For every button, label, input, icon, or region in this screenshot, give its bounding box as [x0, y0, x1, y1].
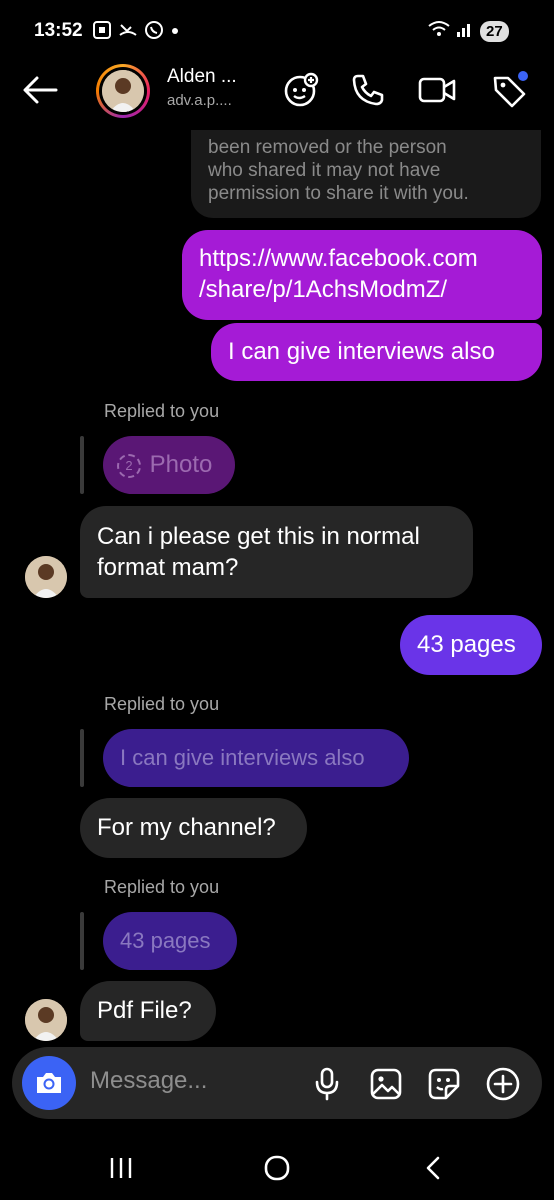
reply-bar — [80, 436, 84, 494]
status-time: 13:52 — [34, 20, 83, 41]
battery-icon: 27 — [480, 21, 509, 42]
link-line: /share/p/1AchsModmZ/ — [199, 276, 448, 303]
back-button[interactable] — [413, 1148, 453, 1188]
sender-avatar[interactable] — [25, 999, 67, 1041]
replied-label: Replied to you — [104, 694, 220, 714]
message-line: permission to share it with you. — [208, 183, 469, 204]
photo-count-icon: 2 — [117, 453, 141, 478]
plus-icon[interactable] — [483, 1064, 523, 1104]
camera-icon — [37, 1073, 61, 1093]
back-arrow-icon[interactable] — [20, 70, 60, 110]
tag-icon[interactable] — [490, 70, 530, 110]
message-line: been removed or the person — [208, 137, 447, 158]
whatsapp-icon — [144, 20, 164, 40]
screenshot-icon — [92, 20, 112, 40]
sent-link-message[interactable]: https://www.facebook.com /share/p/1AchsM… — [182, 230, 542, 320]
wifi-icon — [428, 20, 450, 43]
replied-label: Replied to you — [104, 877, 220, 897]
message-line: who shared it may not have — [208, 160, 441, 181]
message-line: format mam? — [97, 554, 239, 581]
video-call-icon[interactable] — [417, 70, 457, 110]
message-text: I can give interviews also — [228, 338, 495, 365]
message-text: For my channel? — [97, 814, 276, 841]
status-notification-icons — [92, 20, 164, 40]
message-text: Pdf File? — [97, 997, 192, 1024]
unavailable-content-message: been removed or the person who shared it… — [191, 130, 541, 218]
signal-icon — [456, 20, 474, 43]
quoted-text: Photo — [149, 451, 213, 478]
quoted-text: 43 pages — [120, 928, 211, 953]
contact-name[interactable]: Alden ... — [167, 66, 237, 88]
notification-dot — [172, 28, 178, 34]
home-button[interactable] — [257, 1148, 297, 1188]
status-system-icons: 27 — [428, 20, 509, 43]
sender-avatar[interactable] — [25, 556, 67, 598]
missed-call-icon — [118, 20, 138, 40]
message-text: 43 pages — [417, 631, 516, 658]
sent-message[interactable]: I can give interviews also — [211, 323, 542, 381]
recent-apps-button[interactable] — [101, 1148, 141, 1188]
add-effect-icon[interactable] — [281, 70, 321, 110]
gallery-icon[interactable] — [366, 1064, 406, 1104]
link-line: https://www.facebook.com — [199, 245, 478, 272]
camera-button[interactable] — [22, 1056, 76, 1110]
contact-username[interactable]: adv.a.p.... — [167, 92, 232, 109]
received-message[interactable]: Pdf File? — [80, 981, 216, 1041]
contact-avatar[interactable] — [96, 64, 150, 118]
message-input[interactable] — [88, 1066, 302, 1096]
quoted-photo[interactable]: 2 Photo — [103, 436, 235, 494]
received-message[interactable]: For my channel? — [80, 798, 307, 858]
reply-bar — [80, 729, 84, 787]
phone-call-icon[interactable] — [348, 70, 388, 110]
quoted-message[interactable]: I can give interviews also — [103, 729, 409, 787]
reply-bar — [80, 912, 84, 970]
quoted-text: I can give interviews also — [120, 745, 365, 770]
message-line: Can i please get this in normal — [97, 523, 420, 550]
received-message[interactable]: Can i please get this in normal format m… — [80, 506, 473, 598]
microphone-icon[interactable] — [307, 1064, 347, 1104]
sticker-icon[interactable] — [424, 1064, 464, 1104]
quoted-message[interactable]: 43 pages — [103, 912, 237, 970]
replied-label: Replied to you — [104, 401, 220, 421]
sent-message[interactable]: 43 pages — [400, 615, 542, 675]
